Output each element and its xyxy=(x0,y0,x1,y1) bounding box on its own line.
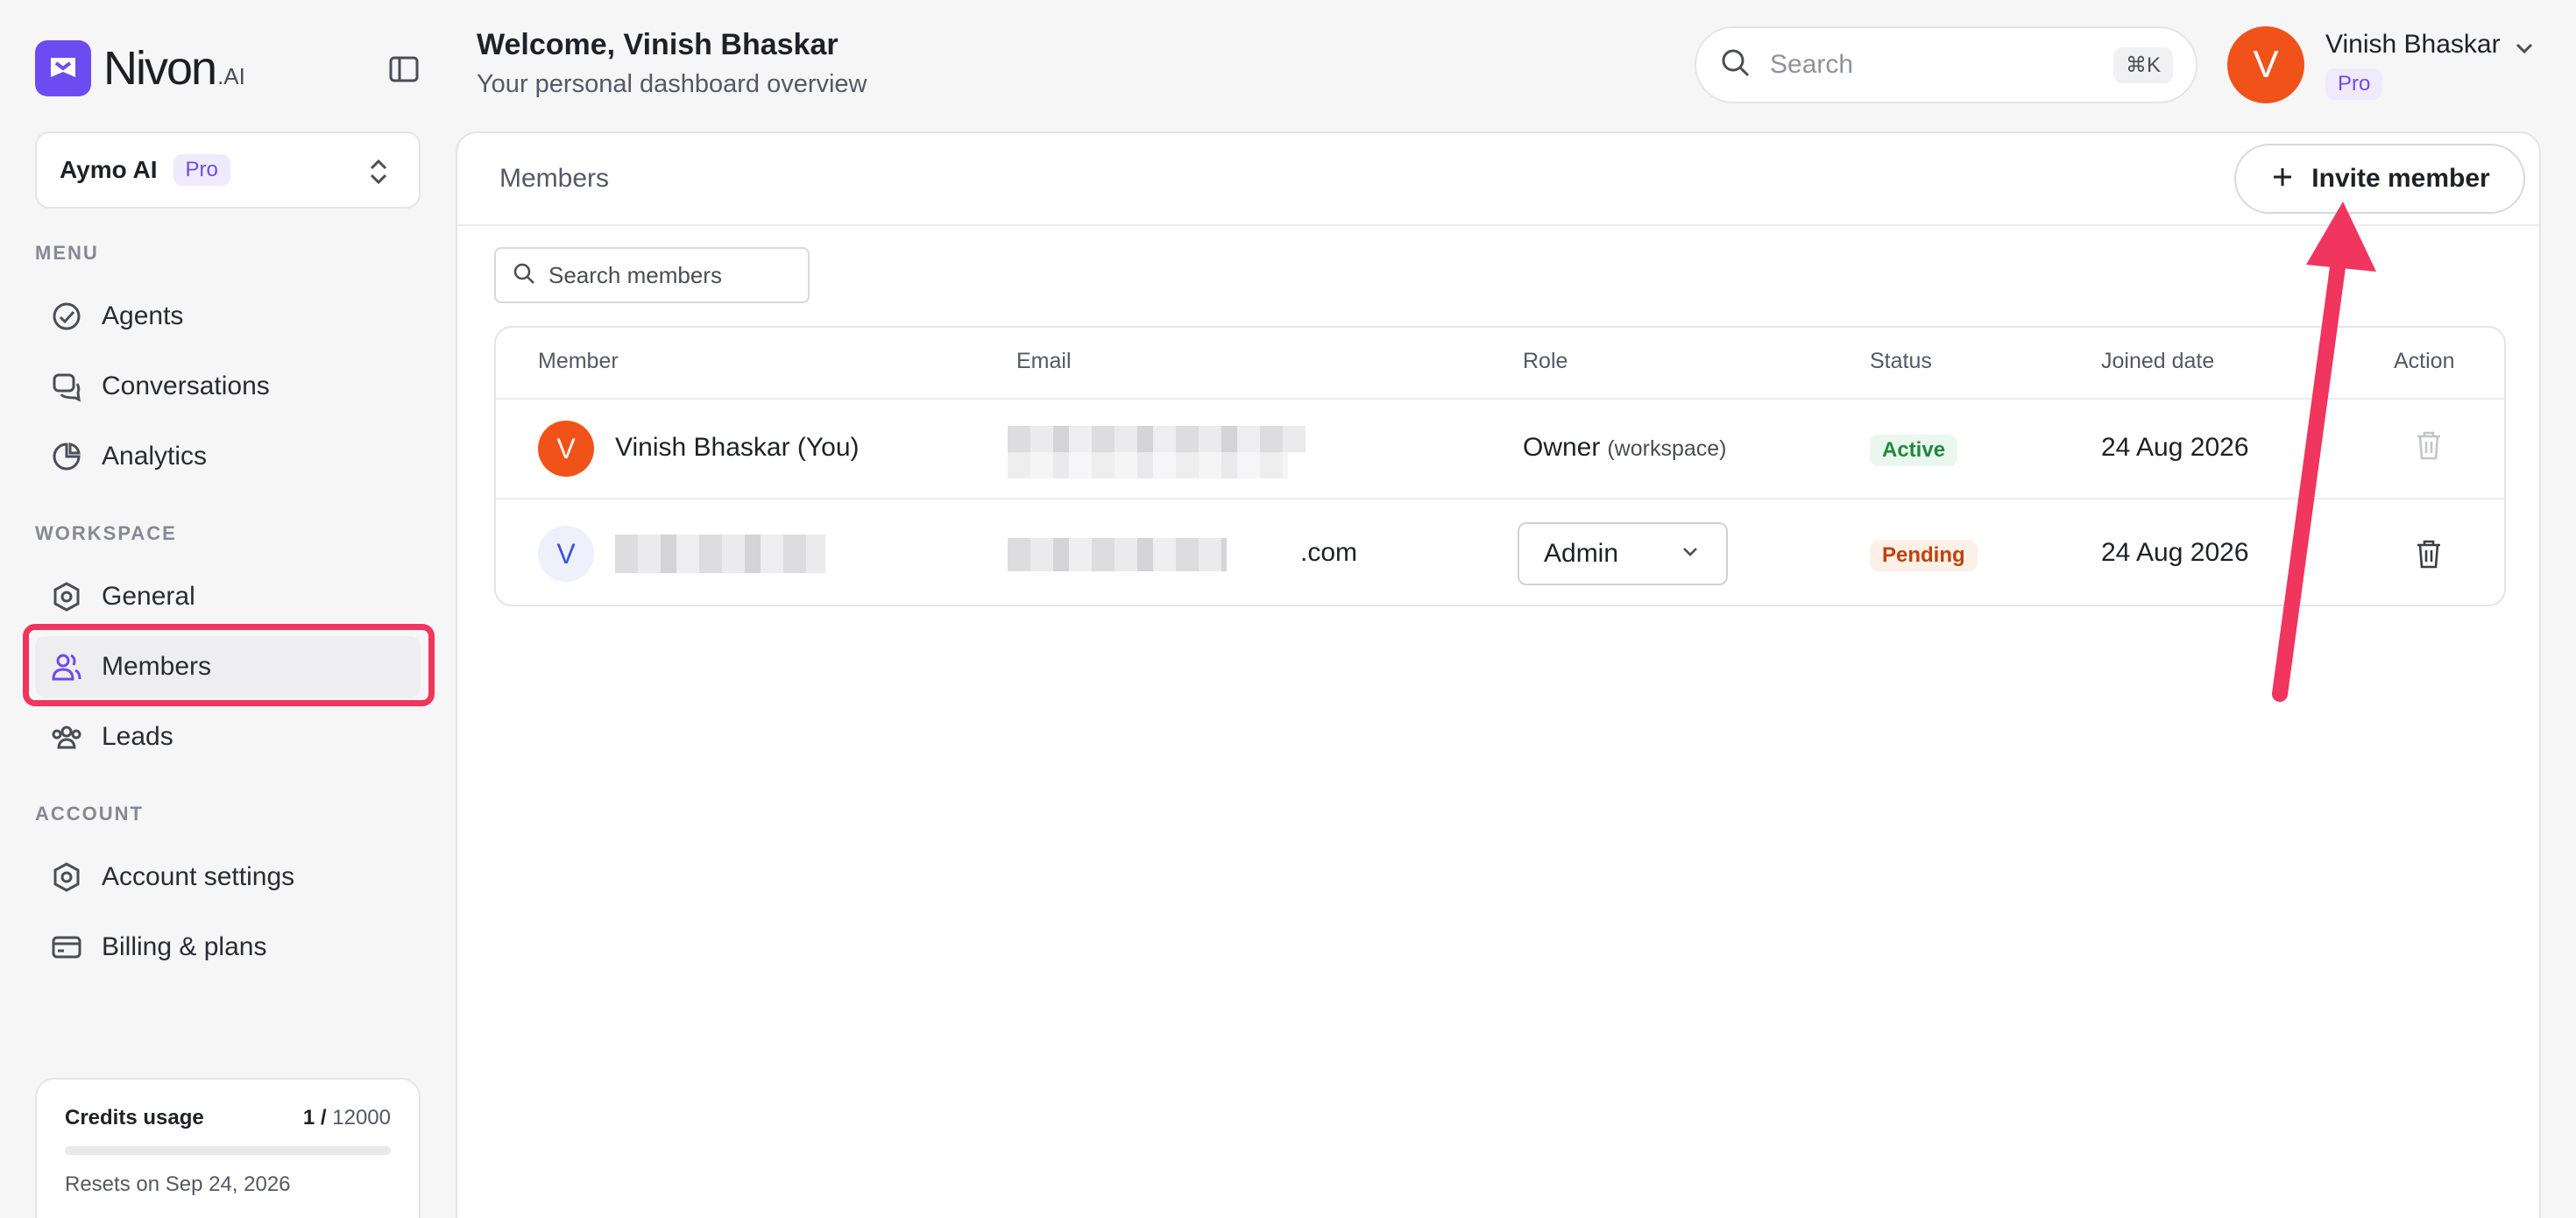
annotation-arrow xyxy=(2272,202,2376,702)
account-section-label: ACCOUNT xyxy=(35,803,144,825)
credits-usage-card: Credits usage 1 / 12000 Resets on Sep 24… xyxy=(35,1078,421,1218)
user-avatar[interactable]: V xyxy=(2227,26,2304,103)
menu-section-label: MENU xyxy=(35,242,99,264)
chevron-down-icon[interactable] xyxy=(2511,35,2537,66)
search-members-placeholder: Search members xyxy=(548,261,722,288)
delete-member-button[interactable] xyxy=(2411,536,2446,571)
credits-total: 12000 xyxy=(326,1106,391,1129)
redacted-email-part xyxy=(1008,452,1288,478)
status-badge: Active xyxy=(1870,435,1958,466)
column-header-action: Action xyxy=(2394,349,2455,373)
credits-progress-bar xyxy=(65,1146,391,1155)
members-panel: Members Invite member Search members Mem… xyxy=(456,131,2541,1218)
member-role: Owner (workspace) xyxy=(1523,433,1727,462)
search-members-input[interactable]: Search members xyxy=(494,247,810,303)
global-search-input[interactable]: Search ⌘K xyxy=(1695,26,2197,103)
sidebar-item-conversations[interactable]: Conversations xyxy=(35,356,421,417)
brand-name: Nivon xyxy=(103,42,217,95)
sidebar-item-billing[interactable]: Billing & plans xyxy=(35,917,421,978)
credits-reset-date: Resets on Sep 24, 2026 xyxy=(65,1172,291,1196)
invite-member-label: Invite member xyxy=(2311,164,2490,193)
sidebar-item-analytics[interactable]: Analytics xyxy=(35,426,421,487)
sidebar-item-label: Leads xyxy=(102,722,173,751)
members-table: Member Email Role Status Joined date Act… xyxy=(494,326,2506,606)
search-placeholder: Search xyxy=(1770,50,1854,79)
role-select[interactable]: Admin xyxy=(1518,522,1728,585)
search-shortcut: ⌘K xyxy=(2112,46,2173,83)
role-select-value: Admin xyxy=(1544,539,1619,568)
status-badge: Pending xyxy=(1870,540,1978,571)
redacted-member-name xyxy=(615,535,825,573)
hexagon-settings-icon xyxy=(49,579,84,614)
user-name[interactable]: Vinish Bhaskar xyxy=(2325,30,2501,60)
credits-used: 1 / xyxy=(302,1106,327,1129)
hexagon-settings-icon xyxy=(49,860,84,895)
workspace-name: Aymo AI xyxy=(60,156,158,183)
avatar: V xyxy=(538,526,594,582)
search-icon xyxy=(512,261,536,290)
panel-title: Members xyxy=(499,164,610,193)
member-email-suffix: .com xyxy=(1300,538,1358,567)
search-icon xyxy=(1719,46,1752,84)
column-header-joined: Joined date xyxy=(2101,349,2215,373)
sidebar-item-account-settings[interactable]: Account settings xyxy=(35,846,421,908)
joined-date: 24 Aug 2026 xyxy=(2101,433,2249,462)
nivon-logo-icon xyxy=(35,40,91,96)
sidebar-item-label: Agents xyxy=(102,301,184,330)
column-header-status: Status xyxy=(1870,349,1932,373)
sidebar-item-label: Account settings xyxy=(102,862,295,891)
workspace-section-label: WORKSPACE xyxy=(35,522,177,544)
chevron-updown-icon xyxy=(364,156,393,192)
column-header-member: Member xyxy=(538,349,619,373)
trash-icon xyxy=(2417,540,2440,569)
credit-card-icon xyxy=(49,930,84,965)
sidebar-item-label: General xyxy=(102,582,195,611)
chevron-down-icon xyxy=(1679,541,1702,568)
avatar: V xyxy=(538,421,594,477)
brand-logo[interactable]: Nivon .AI xyxy=(35,39,245,98)
header-divider xyxy=(496,398,2504,400)
joined-date: 24 Aug 2026 xyxy=(2101,538,2249,567)
row-divider xyxy=(496,498,2504,499)
sidebar-toggle-icon[interactable] xyxy=(386,51,422,88)
brand-suffix: .AI xyxy=(217,62,245,89)
user-group-icon xyxy=(49,719,84,754)
sidebar-item-label: Conversations xyxy=(102,372,270,400)
pie-chart-icon xyxy=(49,439,84,474)
trash-icon xyxy=(2411,428,2446,463)
sidebar-item-general[interactable]: General xyxy=(35,566,421,627)
chat-icon xyxy=(49,369,84,404)
redacted-email xyxy=(1008,538,1227,571)
redacted-email xyxy=(1008,426,1306,452)
sidebar-item-leads[interactable]: Leads xyxy=(35,706,421,768)
sidebar: Nivon .AI Aymo AI Pro MENU Agents Conver… xyxy=(0,0,456,1218)
plus-icon xyxy=(2269,164,2296,195)
sidebar-item-agents[interactable]: Agents xyxy=(35,286,421,347)
members-highlight-annotation xyxy=(23,624,435,706)
page-title: Welcome, Vinish Bhaskar xyxy=(477,28,839,61)
workspace-switcher[interactable]: Aymo AI Pro xyxy=(35,131,421,209)
panel-header: Members xyxy=(457,133,2539,226)
credits-title: Credits usage xyxy=(65,1106,204,1129)
workspace-plan-badge: Pro xyxy=(173,154,230,186)
sidebar-item-label: Billing & plans xyxy=(102,932,267,961)
check-circle-icon xyxy=(49,299,84,334)
column-header-email: Email xyxy=(1016,349,1072,373)
column-header-role: Role xyxy=(1523,349,1568,373)
page-subtitle: Your personal dashboard overview xyxy=(477,70,867,98)
member-name: Vinish Bhaskar (You) xyxy=(615,433,860,462)
user-plan-badge: Pro xyxy=(2325,68,2383,100)
sidebar-item-label: Analytics xyxy=(102,442,208,471)
